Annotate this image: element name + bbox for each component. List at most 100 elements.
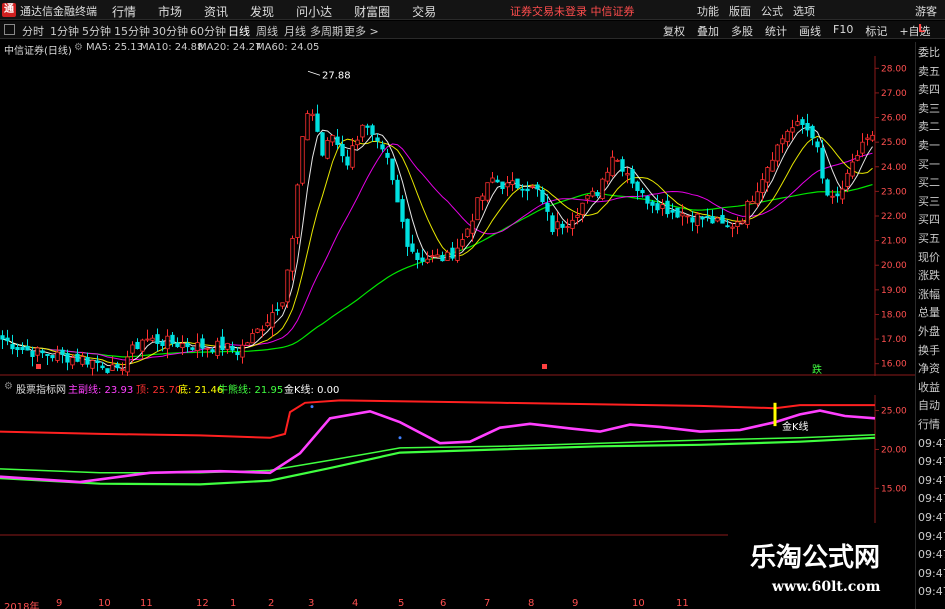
price-tick-label: 23.00 — [881, 187, 907, 197]
candle-body — [760, 179, 765, 194]
menu-item-layout[interactable]: 版面 — [729, 3, 751, 19]
tool-draw[interactable]: 画线 — [799, 23, 821, 39]
candle-body — [170, 334, 175, 344]
candle-body — [825, 179, 830, 196]
candle-body — [865, 137, 870, 140]
settings-icon[interactable]: ⚙ — [74, 42, 83, 53]
side-panel-item: 卖二 — [918, 120, 940, 134]
candle-body — [775, 144, 780, 162]
period-multi[interactable]: 多周期 — [310, 23, 343, 39]
period-monthly[interactable]: 月线 — [284, 23, 306, 39]
x-axis-label: 3 — [308, 598, 315, 609]
menu-item-news[interactable]: 资讯 — [204, 3, 228, 20]
candle-body — [510, 180, 515, 185]
side-panel-item: 总量 — [918, 306, 940, 320]
candle-body — [30, 350, 35, 357]
toggle-panel-icon[interactable] — [4, 24, 15, 35]
candle-body — [690, 217, 695, 223]
x-axis-label: 9 — [56, 598, 63, 609]
menu-item-trade[interactable]: 交易 — [412, 3, 436, 20]
x-axis-label: 2018年 — [4, 602, 40, 609]
side-panel-item: 换手 — [918, 343, 940, 357]
candle-body — [275, 309, 280, 312]
period-daily[interactable]: 日线 — [228, 23, 250, 39]
x-axis-label: 12 — [196, 598, 209, 609]
period-5min[interactable]: 5分钟 — [82, 23, 111, 39]
login-notice[interactable]: 证券交易未登录 中信证券 — [510, 3, 635, 19]
period-timeshare[interactable]: 分时 — [22, 23, 44, 39]
settings-icon[interactable]: ⚙ — [4, 381, 13, 392]
side-panel-item: 09:47 — [918, 492, 945, 506]
candle-body — [625, 173, 630, 176]
menu-item-quotes[interactable]: 行情 — [112, 3, 136, 20]
menu-item-function[interactable]: 功能 — [697, 3, 719, 19]
menu-item-wealth[interactable]: 财富圈 — [354, 3, 390, 20]
indicator-main-value: 主副线: 23.93 — [68, 385, 134, 396]
candle-body — [755, 191, 760, 205]
candle-body — [525, 188, 530, 192]
menu-item-assistant[interactable]: 问小达 — [296, 3, 332, 20]
menu-item-options[interactable]: 选项 — [793, 3, 815, 19]
candle-body — [675, 207, 680, 218]
candle-body — [115, 364, 120, 369]
side-panel-item: 09:47 — [918, 473, 945, 487]
tool-mark[interactable]: 标记 — [865, 23, 887, 39]
side-panel-item: 行情 — [918, 418, 940, 431]
candle-body — [360, 124, 365, 138]
candle-body — [570, 219, 575, 229]
period-30min[interactable]: 30分钟 — [152, 23, 188, 39]
candle-body — [500, 181, 505, 190]
price-tick-label: 24.00 — [881, 163, 907, 173]
tool-stats[interactable]: 统计 — [765, 23, 787, 39]
price-tick-label: 21.00 — [881, 237, 907, 247]
candle-body — [280, 302, 285, 307]
side-panel-item: 09:47 — [918, 548, 945, 562]
period-60min[interactable]: 60分钟 — [190, 23, 226, 39]
side-panel-item: 现价 — [918, 250, 940, 264]
signal-dot — [398, 436, 402, 440]
candle-body — [805, 122, 810, 131]
candle-body — [40, 350, 45, 354]
candle-body — [325, 140, 330, 159]
candle-body — [335, 136, 340, 145]
candle-body — [365, 125, 370, 128]
guest-button[interactable]: 游客 — [915, 3, 937, 19]
candle-body — [435, 254, 440, 258]
side-panel-item: 买四 — [918, 213, 940, 227]
period-weekly[interactable]: 周线 — [256, 23, 278, 39]
tool-adjust[interactable]: 复权 — [663, 23, 685, 39]
tool-f10[interactable]: F10 — [833, 23, 853, 39]
candle-body — [380, 144, 385, 150]
candle-body — [820, 147, 825, 179]
side-panel-item: 外盘 — [918, 325, 940, 338]
candlestick-chart[interactable]: 28.00 27.00 26.00 25.00 24.00 23.00 22.00 21.00… — [0, 56, 915, 376]
side-panel-item: 收益 — [918, 380, 940, 394]
candle-body — [100, 365, 105, 369]
period-more[interactable]: 更多 > — [344, 23, 379, 39]
candle-body — [445, 251, 450, 261]
side-panel-item: 涨跌 — [918, 269, 940, 283]
candle-body — [250, 333, 255, 344]
corner-label: L — [918, 22, 926, 35]
tool-overlay[interactable]: 叠加 — [697, 23, 719, 39]
candle-body — [575, 214, 580, 218]
period-1min[interactable]: 1分钟 — [50, 23, 79, 39]
candle-body — [330, 134, 335, 143]
candle-body — [230, 345, 235, 351]
menu-item-formula[interactable]: 公式 — [761, 3, 783, 19]
candle-body — [260, 329, 265, 332]
period-15min[interactable]: 15分钟 — [114, 23, 150, 39]
candle-body — [505, 182, 510, 188]
x-axis-label: 5 — [398, 598, 405, 609]
candle-body — [180, 343, 185, 349]
candle-body — [310, 113, 315, 117]
menu-item-market[interactable]: 市场 — [158, 3, 182, 20]
candle-body — [235, 351, 240, 356]
menu-item-discover[interactable]: 发现 — [250, 3, 274, 20]
side-panel-item: 09:47 — [918, 529, 945, 543]
x-axis-label: 9 — [572, 598, 579, 609]
tool-add-watchlist[interactable]: +自选 — [899, 23, 930, 39]
tool-multi-stock[interactable]: 多股 — [731, 23, 753, 39]
candle-body — [815, 141, 820, 148]
candle-body — [140, 339, 145, 352]
